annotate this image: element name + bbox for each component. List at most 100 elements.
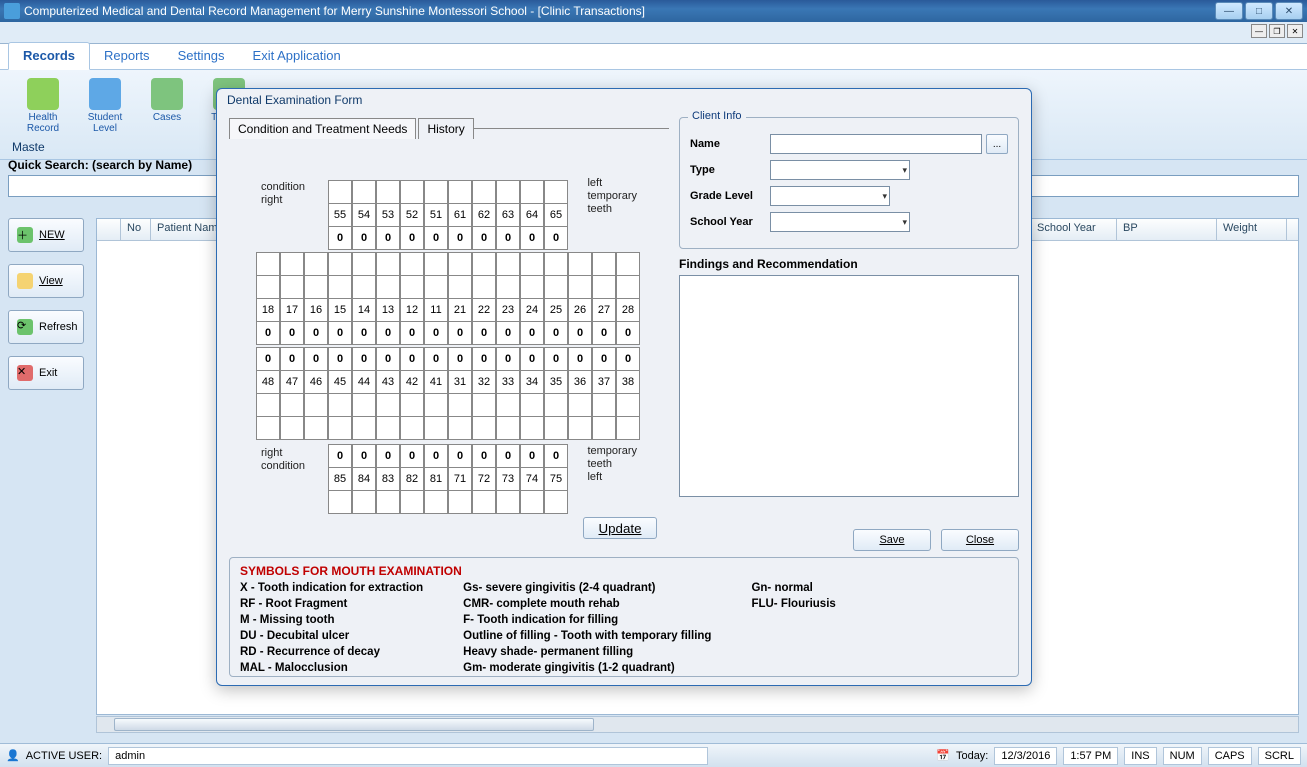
tooth-cell[interactable]: 46 xyxy=(304,370,328,394)
tooth-cell[interactable]: 62 xyxy=(472,203,496,227)
tooth-cell[interactable]: 41 xyxy=(424,370,448,394)
tooth-cell[interactable]: 0 xyxy=(376,226,400,250)
tooth-cell[interactable] xyxy=(520,393,544,417)
tooth-cell[interactable] xyxy=(496,490,520,514)
tooth-cell[interactable]: 75 xyxy=(544,467,568,491)
tooth-cell[interactable]: 0 xyxy=(544,226,568,250)
tooth-cell[interactable]: 0 xyxy=(496,444,520,468)
tooth-cell[interactable]: 0 xyxy=(616,347,640,371)
tooth-cell[interactable] xyxy=(328,180,352,204)
tooth-cell[interactable]: 0 xyxy=(544,444,568,468)
tooth-cell[interactable]: 0 xyxy=(520,444,544,468)
tooth-cell[interactable]: 0 xyxy=(520,321,544,345)
tooth-cell[interactable]: 0 xyxy=(496,226,520,250)
findings-textarea[interactable] xyxy=(679,275,1019,497)
tooth-cell[interactable] xyxy=(280,275,304,299)
tooth-cell[interactable]: 0 xyxy=(520,226,544,250)
tooth-cell[interactable] xyxy=(472,180,496,204)
grid-col-header[interactable]: School Year xyxy=(1031,219,1117,240)
type-select[interactable] xyxy=(770,160,910,180)
tooth-cell[interactable] xyxy=(544,416,568,440)
tooth-cell[interactable]: 0 xyxy=(328,347,352,371)
horizontal-scrollbar[interactable] xyxy=(96,716,1299,733)
tooth-cell[interactable]: 71 xyxy=(448,467,472,491)
tooth-cell[interactable]: 0 xyxy=(472,321,496,345)
year-select[interactable] xyxy=(770,212,910,232)
browse-button[interactable]: ... xyxy=(986,134,1008,154)
tooth-cell[interactable] xyxy=(376,416,400,440)
tooth-cell[interactable] xyxy=(352,252,376,276)
ribbon-health-record[interactable]: Health Record xyxy=(12,74,74,138)
tooth-cell[interactable]: 0 xyxy=(352,226,376,250)
tooth-cell[interactable]: 0 xyxy=(400,226,424,250)
tooth-cell[interactable] xyxy=(520,275,544,299)
grid-col-header[interactable] xyxy=(97,219,121,240)
tooth-cell[interactable] xyxy=(472,416,496,440)
close-dialog-button[interactable]: Close xyxy=(941,529,1019,551)
tooth-cell[interactable] xyxy=(520,490,544,514)
tooth-cell[interactable] xyxy=(448,252,472,276)
tooth-cell[interactable] xyxy=(448,416,472,440)
tooth-cell[interactable]: 23 xyxy=(496,298,520,322)
tooth-cell[interactable]: 12 xyxy=(400,298,424,322)
tooth-cell[interactable]: 0 xyxy=(376,444,400,468)
tooth-cell[interactable] xyxy=(304,416,328,440)
name-input[interactable] xyxy=(770,134,982,154)
tooth-cell[interactable]: 0 xyxy=(448,321,472,345)
mdi-minimize[interactable]: — xyxy=(1251,24,1267,38)
tooth-cell[interactable]: 51 xyxy=(424,203,448,227)
tooth-cell[interactable]: 11 xyxy=(424,298,448,322)
tooth-cell[interactable] xyxy=(352,180,376,204)
grid-col-header[interactable]: No xyxy=(121,219,151,240)
tooth-cell[interactable] xyxy=(400,180,424,204)
tooth-cell[interactable] xyxy=(400,490,424,514)
tooth-cell[interactable]: 0 xyxy=(544,347,568,371)
tooth-cell[interactable]: 0 xyxy=(304,321,328,345)
tooth-cell[interactable]: 0 xyxy=(352,444,376,468)
tooth-cell[interactable]: 0 xyxy=(448,444,472,468)
tooth-cell[interactable]: 0 xyxy=(448,347,472,371)
tab-condition[interactable]: Condition and Treatment Needs xyxy=(229,118,416,139)
tooth-cell[interactable] xyxy=(256,416,280,440)
tooth-cell[interactable] xyxy=(592,416,616,440)
tooth-cell[interactable] xyxy=(424,490,448,514)
tooth-cell[interactable] xyxy=(544,393,568,417)
tooth-cell[interactable]: 73 xyxy=(496,467,520,491)
tooth-cell[interactable] xyxy=(352,275,376,299)
mdi-close[interactable]: ✕ xyxy=(1287,24,1303,38)
tooth-cell[interactable]: 0 xyxy=(304,347,328,371)
tooth-cell[interactable]: 0 xyxy=(328,321,352,345)
tooth-cell[interactable]: 22 xyxy=(472,298,496,322)
exit-button[interactable]: ✕Exit xyxy=(8,356,84,390)
tooth-cell[interactable] xyxy=(472,490,496,514)
tooth-cell[interactable]: 0 xyxy=(400,444,424,468)
tooth-cell[interactable]: 65 xyxy=(544,203,568,227)
tooth-cell[interactable]: 64 xyxy=(520,203,544,227)
tooth-cell[interactable]: 0 xyxy=(544,321,568,345)
tooth-cell[interactable]: 0 xyxy=(496,347,520,371)
tooth-cell[interactable] xyxy=(448,275,472,299)
tooth-cell[interactable]: 0 xyxy=(400,321,424,345)
tooth-cell[interactable] xyxy=(472,275,496,299)
grid-col-header[interactable]: BP xyxy=(1117,219,1217,240)
tab-reports[interactable]: Reports xyxy=(90,43,164,69)
tooth-cell[interactable]: 21 xyxy=(448,298,472,322)
tooth-cell[interactable] xyxy=(352,393,376,417)
tooth-cell[interactable] xyxy=(280,252,304,276)
tooth-cell[interactable]: 42 xyxy=(400,370,424,394)
tooth-cell[interactable]: 35 xyxy=(544,370,568,394)
tooth-cell[interactable] xyxy=(376,252,400,276)
tooth-cell[interactable]: 14 xyxy=(352,298,376,322)
new-button[interactable]: ＋NEW xyxy=(8,218,84,252)
tooth-cell[interactable]: 32 xyxy=(472,370,496,394)
tooth-cell[interactable]: 0 xyxy=(592,347,616,371)
tooth-cell[interactable] xyxy=(280,416,304,440)
tooth-cell[interactable]: 36 xyxy=(568,370,592,394)
tooth-cell[interactable] xyxy=(400,252,424,276)
tooth-cell[interactable]: 84 xyxy=(352,467,376,491)
tooth-cell[interactable] xyxy=(472,252,496,276)
tooth-cell[interactable]: 33 xyxy=(496,370,520,394)
tooth-cell[interactable] xyxy=(496,252,520,276)
tooth-cell[interactable] xyxy=(544,490,568,514)
tooth-cell[interactable] xyxy=(328,275,352,299)
